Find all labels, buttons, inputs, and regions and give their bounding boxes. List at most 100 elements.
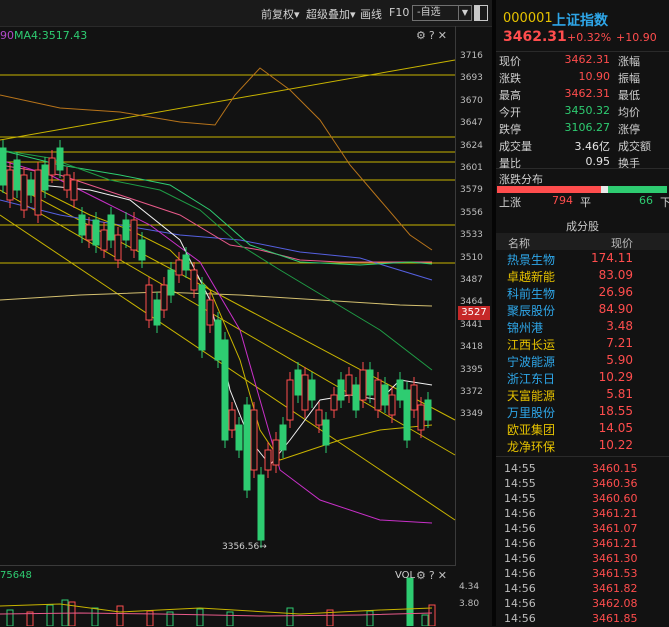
- stat-label: 今开: [499, 106, 521, 119]
- ma-line-green: [0, 149, 433, 266]
- tick-time: 14:56: [504, 522, 536, 535]
- stock-price: 26.96: [598, 285, 633, 299]
- divider: [496, 51, 669, 52]
- change-value: +10.90: [616, 31, 657, 44]
- candle-body: [138, 239, 146, 261]
- stock-name: 万里股份: [507, 406, 556, 420]
- candle-body: [167, 269, 175, 296]
- tick-time: 14:56: [504, 537, 536, 550]
- tick-price: 3461.53: [592, 567, 638, 580]
- candle-body: [424, 399, 432, 421]
- price-axis-line: [455, 26, 456, 566]
- down-count: 66: [639, 194, 653, 207]
- stock-price: 5.81: [606, 387, 633, 401]
- candle-body: [381, 384, 389, 406]
- stat-value: 3.46亿: [574, 140, 611, 153]
- candle-body: [345, 374, 353, 396]
- price-tick: 3487: [460, 275, 483, 285]
- tick-time: 14:56: [504, 597, 536, 610]
- list-item[interactable]: 聚辰股份 84.90: [496, 302, 669, 319]
- stat-label: 跌停: [499, 123, 521, 136]
- candle-body: [396, 379, 404, 401]
- candle-body: [315, 409, 323, 426]
- stat-right-label: 均价: [618, 106, 640, 119]
- flat-label: 平: [580, 196, 591, 209]
- quote-header: 000001 上证指数 3462.31 +0.32% +10.90: [496, 0, 669, 52]
- kline-chart-area[interactable]: 前复权▾ 超级叠加▾ 画线 F10 -自选 ▼ 90 MA4:3517.43 ⚙…: [0, 0, 492, 626]
- candle-body: [286, 379, 294, 421]
- stat-label: 成交量: [499, 140, 532, 153]
- candle-body: [352, 384, 360, 411]
- candle-body: [359, 369, 367, 401]
- price-tick: 3670: [460, 95, 483, 106]
- list-item[interactable]: 卓越新能 83.09: [496, 268, 669, 285]
- tick-price: 3461.07: [592, 522, 638, 535]
- candle-body: [337, 379, 345, 401]
- volume-label: VOL: [395, 570, 416, 581]
- list-item[interactable]: 天富能源 5.81: [496, 387, 669, 404]
- list-item[interactable]: 浙江东日 10.29: [496, 370, 669, 387]
- candle-body: [322, 419, 330, 446]
- price-tick: 3395: [460, 364, 483, 375]
- table-row: 14:56 3461.07: [496, 522, 669, 537]
- candle-body: [279, 424, 287, 451]
- down-label: 下: [660, 196, 669, 209]
- low-price-label: 3356.56→: [222, 542, 267, 552]
- volume-pane-tools-icon[interactable]: ⚙?✕: [416, 569, 450, 582]
- candle-body: [48, 157, 56, 176]
- volume-bar: [366, 610, 374, 626]
- pane-separator: [0, 565, 455, 566]
- stat-row: 今开 3450.32 均价: [496, 104, 669, 121]
- stock-price: 7.21: [606, 336, 633, 350]
- price-tick: 3372: [460, 387, 483, 397]
- list-item[interactable]: 龙净环保 10.22: [496, 438, 669, 455]
- up-bar: [497, 186, 601, 193]
- list-item[interactable]: 科前生物 26.96: [496, 285, 669, 302]
- candle-body: [175, 259, 183, 276]
- volume-bar: [146, 610, 154, 626]
- stat-row: 最高 3462.31 最低: [496, 87, 669, 104]
- price-tick: 3647: [460, 118, 483, 129]
- stat-value: 3450.32: [564, 104, 611, 117]
- stat-value: 3462.31: [564, 87, 611, 100]
- list-item[interactable]: 热景生物 174.11: [496, 251, 669, 268]
- candle-body: [160, 284, 168, 311]
- tick-time: 14:55: [504, 477, 536, 490]
- candle-body: [272, 439, 280, 466]
- list-item[interactable]: 万里股份 18.55: [496, 404, 669, 421]
- stat-right-label: 振幅: [618, 72, 640, 85]
- candle-body: [410, 384, 418, 411]
- volume-bar: [406, 577, 414, 626]
- table-row: 14:56 3461.21: [496, 537, 669, 552]
- tick-price: 3460.36: [592, 477, 638, 490]
- volume-bar: [116, 605, 124, 626]
- flat-bar: [601, 186, 608, 193]
- stat-value: 3106.27: [564, 121, 611, 134]
- col-price-header[interactable]: 现价: [611, 235, 633, 251]
- candle-body: [6, 169, 14, 201]
- index-name[interactable]: 上证指数: [552, 10, 608, 30]
- stat-value: 3462.31: [564, 53, 611, 66]
- list-item[interactable]: 江西长运 7.21: [496, 336, 669, 353]
- candle-body: [190, 269, 198, 291]
- down-bar: [608, 186, 667, 193]
- candle-body: [70, 179, 78, 201]
- stock-name: 卓越新能: [507, 270, 556, 284]
- candle-body: [388, 394, 396, 416]
- col-name-header[interactable]: 名称: [508, 235, 530, 251]
- candle-body: [63, 174, 71, 191]
- stock-price: 5.90: [606, 353, 633, 367]
- list-item[interactable]: 锦州港 3.48: [496, 319, 669, 336]
- list-item[interactable]: 欧亚集团 14.05: [496, 421, 669, 438]
- volume-tick-2: 3.80: [459, 599, 480, 609]
- price-tick: 3418: [460, 342, 483, 353]
- stat-row: 成交量 3.46亿 成交额: [496, 138, 669, 155]
- volume-bar: [91, 607, 99, 626]
- tick-time: 14:56: [504, 552, 536, 565]
- list-item[interactable]: 宁波能源 5.90: [496, 353, 669, 370]
- stat-right-label: 最低: [618, 89, 640, 102]
- stock-price: 83.09: [598, 268, 633, 282]
- candle-body: [182, 254, 190, 271]
- volume-tick-1: 4.34: [459, 582, 480, 592]
- candle-body: [221, 339, 229, 441]
